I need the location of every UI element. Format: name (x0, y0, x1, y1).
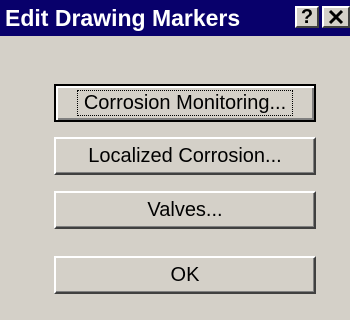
valves-button[interactable]: Valves... (54, 191, 316, 229)
window-title: Edit Drawing Markers (5, 5, 241, 31)
corrosion-monitoring-button[interactable]: Corrosion Monitoring... (54, 84, 316, 122)
ok-button[interactable]: OK (54, 256, 316, 294)
help-button[interactable]: ? (295, 6, 319, 28)
close-icon (328, 9, 344, 25)
title-bar[interactable]: Edit Drawing Markers ? (0, 0, 350, 36)
localized-corrosion-button[interactable]: Localized Corrosion... (54, 137, 316, 175)
dialog-window: Edit Drawing Markers ? Corrosion Monitor… (0, 0, 350, 320)
corrosion-monitoring-label: Corrosion Monitoring... (76, 90, 294, 116)
close-button[interactable] (322, 6, 350, 28)
